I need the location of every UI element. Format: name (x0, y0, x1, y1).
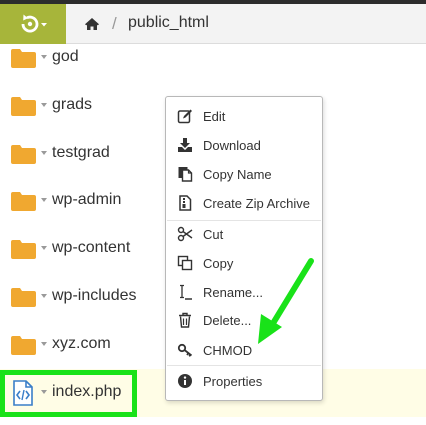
annotation-arrow (258, 258, 314, 344)
